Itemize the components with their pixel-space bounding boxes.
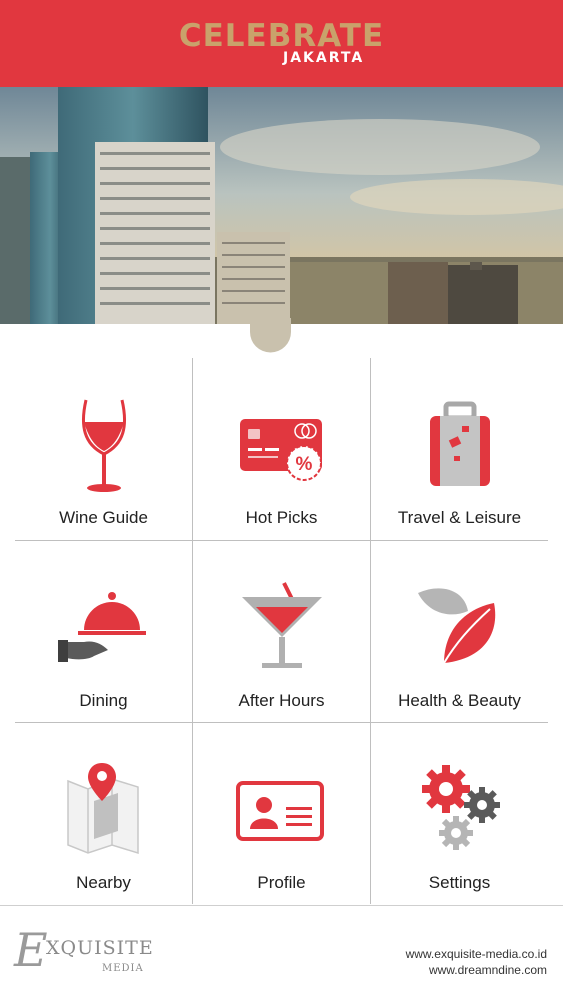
- menu-item-nearby[interactable]: Nearby: [15, 723, 192, 905]
- menu-item-label: Travel & Leisure: [397, 508, 522, 527]
- menu-item-label: Profile: [257, 873, 306, 892]
- leaf-icon: [371, 579, 548, 679]
- cocktail-icon: [193, 579, 370, 679]
- menu-item-label: Health & Beauty: [398, 691, 521, 710]
- footer-url-2[interactable]: www.dreamndine.com: [429, 963, 547, 977]
- menu-item-after-hours[interactable]: After Hours: [193, 541, 370, 723]
- brand-initial: E: [14, 923, 48, 977]
- svg-text:%: %: [295, 454, 312, 475]
- menu-item-label: Wine Guide: [59, 508, 148, 527]
- app-header: CELEBRATE JAKARTA: [0, 0, 563, 87]
- footer-url-1[interactable]: www.exquisite-media.co.id: [406, 947, 547, 961]
- luggage-icon: [371, 396, 548, 496]
- footer-divider: [0, 905, 563, 906]
- menu-item-settings[interactable]: Settings: [371, 723, 548, 905]
- brand-sub: MEDIA: [102, 963, 144, 974]
- menu-item-label: Settings: [428, 873, 491, 892]
- menu-item-health-beauty[interactable]: Health & Beauty: [371, 541, 548, 723]
- map-pin-icon: [15, 761, 192, 861]
- app-title: CELEBRATE: [178, 18, 385, 54]
- menu-item-label: Nearby: [76, 873, 131, 892]
- wine-glass-icon: [15, 396, 192, 496]
- menu-item-label: Hot Picks: [245, 508, 318, 527]
- menu-item-label: After Hours: [238, 691, 325, 710]
- id-card-icon: [193, 761, 370, 861]
- gears-icon: [371, 761, 548, 861]
- hero-tab: [250, 318, 291, 354]
- menu-item-travel-leisure[interactable]: Travel & Leisure: [371, 358, 548, 540]
- menu-item-label: Dining: [79, 691, 128, 710]
- menu-item-wine-guide[interactable]: Wine Guide: [15, 358, 192, 540]
- brand-name: XQUISITE: [46, 937, 154, 959]
- brand-logo: E XQUISITE MEDIA: [14, 925, 164, 980]
- menu-item-hot-picks[interactable]: % Hot Picks: [193, 358, 370, 540]
- app-subtitle: JAKARTA: [283, 50, 365, 66]
- hero-image: [0, 87, 563, 324]
- menu-item-profile[interactable]: Profile: [193, 723, 370, 905]
- menu-item-dining[interactable]: Dining: [15, 541, 192, 723]
- discount-card-icon: %: [193, 396, 370, 496]
- cloche-icon: [15, 579, 192, 679]
